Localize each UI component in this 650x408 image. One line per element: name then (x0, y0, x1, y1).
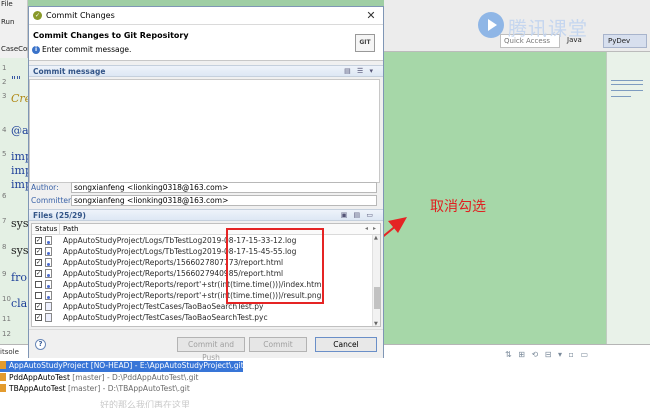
file-checkbox[interactable]: ✓ (35, 303, 42, 310)
repository-name: AppAutoStudyProject [NO-HEAD] (9, 361, 133, 370)
repository-icon (0, 373, 6, 381)
line-number: 9 (2, 270, 7, 278)
commit-message-input[interactable] (29, 79, 380, 183)
file-checkbox[interactable] (35, 292, 42, 299)
bottom-view-tab[interactable]: itsole (0, 348, 19, 356)
scroll-up-icon[interactable]: ▲ (374, 235, 378, 241)
file-checkbox[interactable]: ✓ (35, 259, 42, 266)
line-number: 3 (2, 92, 7, 100)
line-number: 10 (2, 295, 11, 303)
line-number: 8 (2, 243, 7, 251)
file-checkbox[interactable]: ✓ (35, 270, 42, 277)
commit-message-label: Commit message (33, 67, 106, 76)
line-number: 1 (2, 64, 7, 72)
files-label: Files (25/29) (33, 211, 86, 220)
files-table[interactable]: Status Path ◂ ▸ ✓ AppAutoStudyProject/Lo… (31, 223, 381, 327)
modified-file-icon (45, 280, 52, 289)
code-fragment: cla (11, 297, 28, 310)
editor-area[interactable] (384, 52, 606, 344)
committer-field[interactable]: songxianfeng <lionking0318@163.com> (71, 195, 377, 206)
code-fragment: "" (11, 74, 22, 87)
annotation-highlight-box (226, 228, 324, 304)
modified-file-icon (45, 247, 52, 256)
commit-message-section-header: Commit message ▤ ☰ ▾ (29, 65, 383, 77)
scroll-right-icon[interactable]: ▸ (373, 225, 376, 232)
files-scrollbar[interactable]: ▲ ▼ (372, 235, 380, 326)
play-logo-icon (478, 12, 504, 38)
line-number: 11 (2, 315, 11, 323)
code-fragment: sys (11, 217, 29, 230)
file-path: AppAutoStudyProject/TestCases/TaoBaoSear… (63, 313, 268, 322)
menu-file[interactable]: File (1, 0, 13, 8)
close-icon[interactable]: ✕ (362, 9, 380, 23)
files-section-header: Files (25/29) ▣ ▤ ▭ (29, 209, 383, 221)
repository-item[interactable]: TBAppAutoTest [master] - D:\TBAppAutoTes… (0, 384, 190, 395)
info-icon: i (32, 46, 40, 54)
editor-left-strip: File Run CaseConfi 1 2 3 4 5 6 7 8 9 10 … (0, 0, 36, 350)
dialog-titlebar[interactable]: ✓ Commit Changes ✕ (29, 7, 383, 25)
commit-button[interactable]: Commit (249, 337, 307, 352)
commit-message-tools-icon[interactable]: ▤ ☰ ▾ (344, 67, 375, 75)
repository-path: [master] - D:\PddAppAutoTest\.git (72, 373, 199, 382)
column-status[interactable]: Status (35, 225, 57, 233)
repository-item[interactable]: PddAppAutoTest [master] - D:\PddAppAutoT… (0, 373, 198, 384)
line-number: 6 (2, 192, 7, 200)
video-subtitle: 好的那么我们再在这里 (100, 401, 191, 408)
file-row[interactable]: ✓ AppAutoStudyProject/TestCases/TaoBaoSe… (32, 312, 372, 323)
code-fragment: fro (11, 271, 27, 284)
column-path[interactable]: Path (63, 225, 78, 233)
repository-icon (0, 361, 6, 369)
modified-file-icon (45, 258, 52, 267)
dialog-title: Commit Changes (46, 11, 115, 20)
help-icon[interactable]: ? (35, 339, 46, 350)
line-number: 7 (2, 217, 7, 225)
commit-and-push-button[interactable]: Commit and Push (177, 337, 245, 362)
header-title: Commit Changes to Git Repository (33, 31, 189, 40)
files-tools-icon[interactable]: ▣ ▤ ▭ (341, 211, 375, 219)
egit-icon: ✓ (33, 11, 42, 20)
repository-path: [master] - D:\TBAppAutoTest\.git (67, 384, 190, 393)
file-checkbox[interactable]: ✓ (35, 314, 42, 321)
dialog-header: Commit Changes to Git Repository i Enter… (29, 25, 383, 61)
view-toolbar-icons[interactable]: ⇅ ⊞ ⟲ ⊟ ▾ ▫ ▭ (505, 350, 590, 359)
dialog-button-bar: ? Commit and Push Commit Cancel (29, 329, 383, 362)
committer-label: Committer: (31, 196, 74, 205)
commit-changes-dialog: ✓ Commit Changes ✕ Commit Changes to Git… (28, 6, 384, 362)
modified-file-icon (45, 291, 52, 300)
scrollbar-thumb[interactable] (374, 287, 380, 309)
modified-file-icon (45, 236, 52, 245)
code-fragment: sys (11, 244, 29, 257)
line-number: 12 (2, 330, 11, 338)
scroll-left-icon[interactable]: ◂ (365, 225, 368, 232)
author-label: Author: (31, 183, 59, 192)
annotation-text: 取消勾选 (430, 199, 486, 215)
repository-name: PddAppAutoTest (9, 373, 70, 382)
tencent-classroom-watermark: 腾讯课堂 (478, 12, 608, 42)
repository-path: - E:\AppAutoStudyProject\.git (134, 361, 244, 370)
python-file-icon (45, 302, 52, 311)
menu-run[interactable]: Run (1, 18, 14, 26)
file-checkbox[interactable]: ✓ (35, 237, 42, 244)
repository-icon (0, 384, 6, 392)
header-message: Enter commit message. (42, 45, 132, 54)
git-logo-icon: GIT (355, 34, 375, 52)
repository-name: TBAppAutoTest (9, 384, 66, 393)
file-checkbox[interactable] (35, 281, 42, 288)
line-number: 5 (2, 150, 7, 158)
editor-overview-ruler[interactable] (606, 52, 650, 344)
python-file-icon (45, 313, 52, 322)
cancel-button[interactable]: Cancel (315, 337, 377, 352)
modified-file-icon (45, 269, 52, 278)
files-table-header: Status Path ◂ ▸ (32, 224, 380, 235)
line-number: 2 (2, 78, 7, 86)
scroll-down-icon[interactable]: ▼ (374, 321, 378, 326)
author-field[interactable]: songxianfeng <lionking0318@163.com> (71, 182, 377, 193)
line-number: 4 (2, 126, 7, 134)
perspective-pydev-button[interactable]: PyDev (603, 34, 647, 48)
file-checkbox[interactable]: ✓ (35, 248, 42, 255)
watermark-text: 腾讯课堂 (508, 18, 589, 40)
code-fragment: @a (11, 124, 29, 137)
